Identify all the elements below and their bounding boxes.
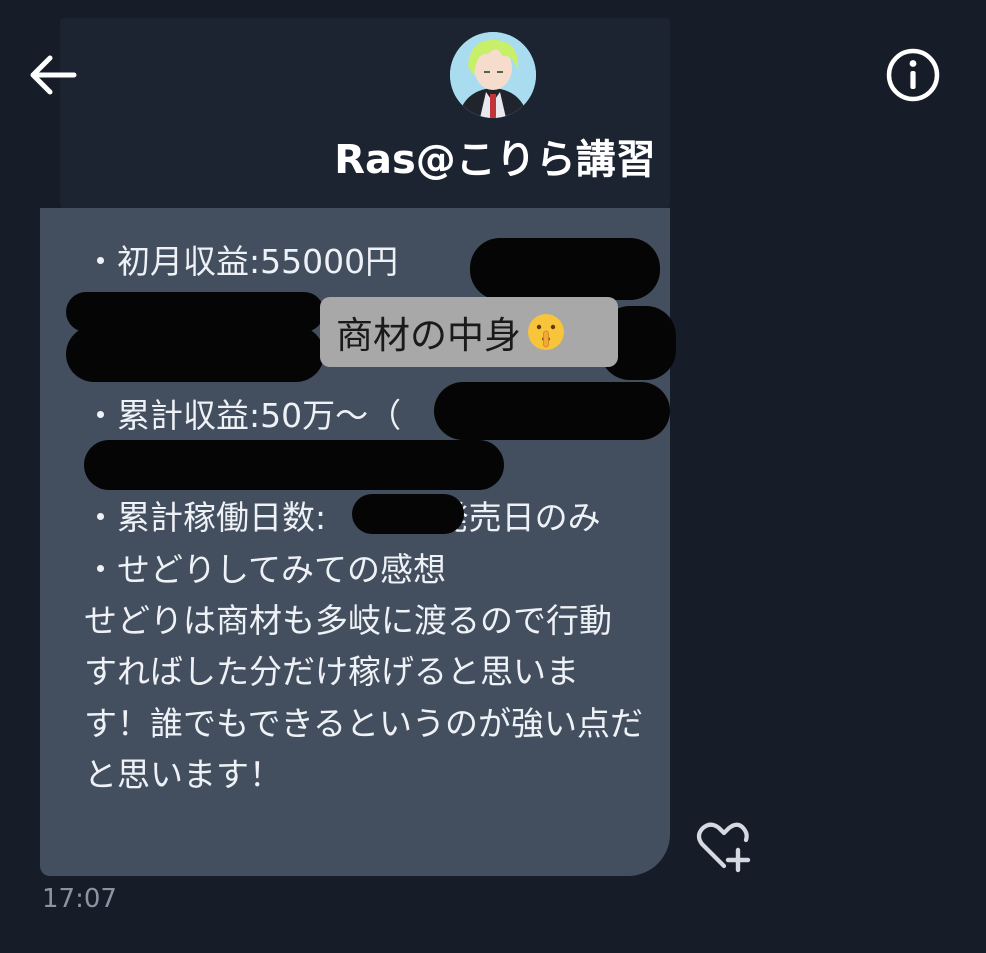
message-timestamp: 17:07 [42,884,117,914]
heart-plus-icon [696,822,751,873]
dm-conversation-screen: Ras@こりら講習 ・初月収益:55000円 ・累計収益:50万〜（ ・累計稼働… [0,0,986,953]
back-button[interactable] [24,48,82,102]
contact-name[interactable]: Ras@こりら講習 [300,136,690,184]
avatar-illustration [450,32,536,118]
redaction-mark [434,382,670,440]
redaction-mark [352,494,464,534]
add-reaction-button[interactable] [694,818,754,874]
info-circle-icon [886,48,940,102]
arrow-left-icon [30,55,77,95]
redaction-mark [470,238,660,300]
product-content-label: 商材の中身 [320,297,618,367]
shushing-face-emoji [528,314,564,350]
conversation-info-button[interactable] [884,46,942,104]
redaction-mark [84,440,504,490]
label-text: 商材の中身 [336,314,521,357]
redaction-mark [66,326,324,382]
avatar[interactable] [450,32,536,118]
